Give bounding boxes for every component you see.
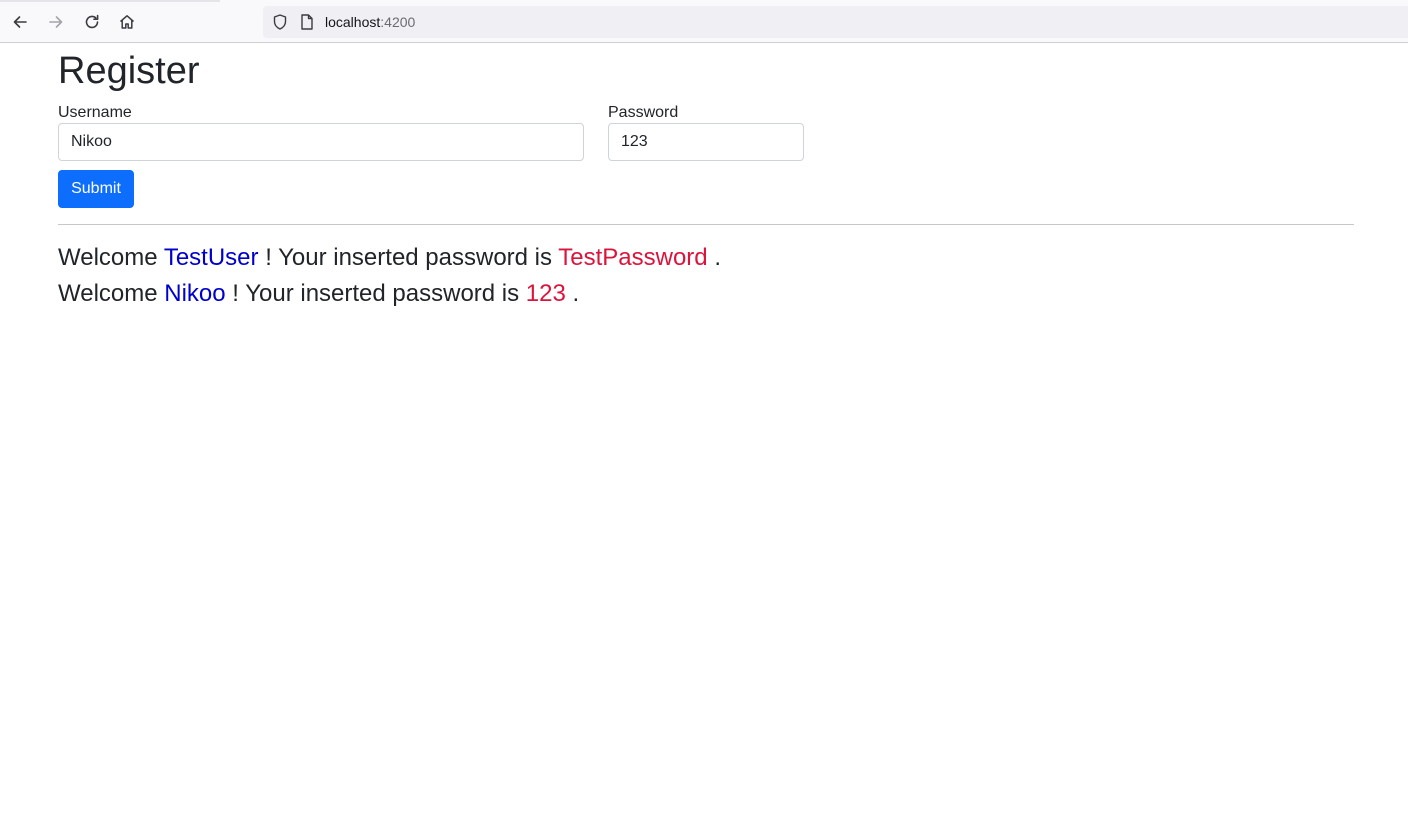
greeting-password: 123 — [525, 280, 566, 307]
password-input[interactable] — [608, 123, 804, 161]
back-arrow-icon — [13, 16, 27, 28]
reload-button[interactable] — [78, 8, 106, 36]
reload-icon — [85, 14, 99, 29]
back-button[interactable] — [6, 8, 34, 36]
username-input[interactable] — [58, 123, 584, 161]
greeting-middle: ! Your inserted password is — [232, 280, 520, 307]
greeting-line: Welcome TestUser ! Your inserted passwor… — [58, 240, 721, 276]
submit-button[interactable]: Submit — [58, 170, 134, 208]
home-icon — [120, 15, 134, 29]
forward-arrow-icon — [49, 16, 63, 28]
greeting-password: TestPassword — [558, 244, 708, 271]
password-label: Password — [608, 104, 679, 121]
url-host: localhost — [325, 14, 381, 30]
greeting-username: TestUser — [163, 244, 259, 271]
shield-icon[interactable] — [271, 13, 289, 31]
tab-strip — [0, 0, 220, 2]
greeting-list: Welcome TestUser ! Your inserted passwor… — [58, 240, 721, 312]
greeting-suffix: . — [714, 244, 721, 271]
browser-toolbar: localhost:4200 — [0, 0, 1408, 43]
greeting-middle: ! Your inserted password is — [265, 244, 553, 271]
home-button[interactable] — [113, 8, 141, 36]
url-text[interactable]: localhost:4200 — [325, 14, 415, 30]
page-icon[interactable] — [299, 13, 315, 31]
page-title: Register — [58, 50, 200, 92]
greeting-suffix: . — [572, 280, 580, 307]
forward-button[interactable] — [42, 8, 70, 36]
url-port: :4200 — [380, 14, 416, 30]
greeting-line: Welcome Nikoo ! Your inserted password i… — [58, 276, 721, 312]
username-label: Username — [58, 104, 132, 121]
greeting-prefix: Welcome — [58, 244, 158, 271]
greeting-username: Nikoo — [164, 280, 226, 307]
greeting-prefix: Welcome — [58, 280, 158, 307]
address-bar[interactable]: localhost:4200 — [263, 6, 1408, 38]
divider — [58, 224, 1354, 225]
